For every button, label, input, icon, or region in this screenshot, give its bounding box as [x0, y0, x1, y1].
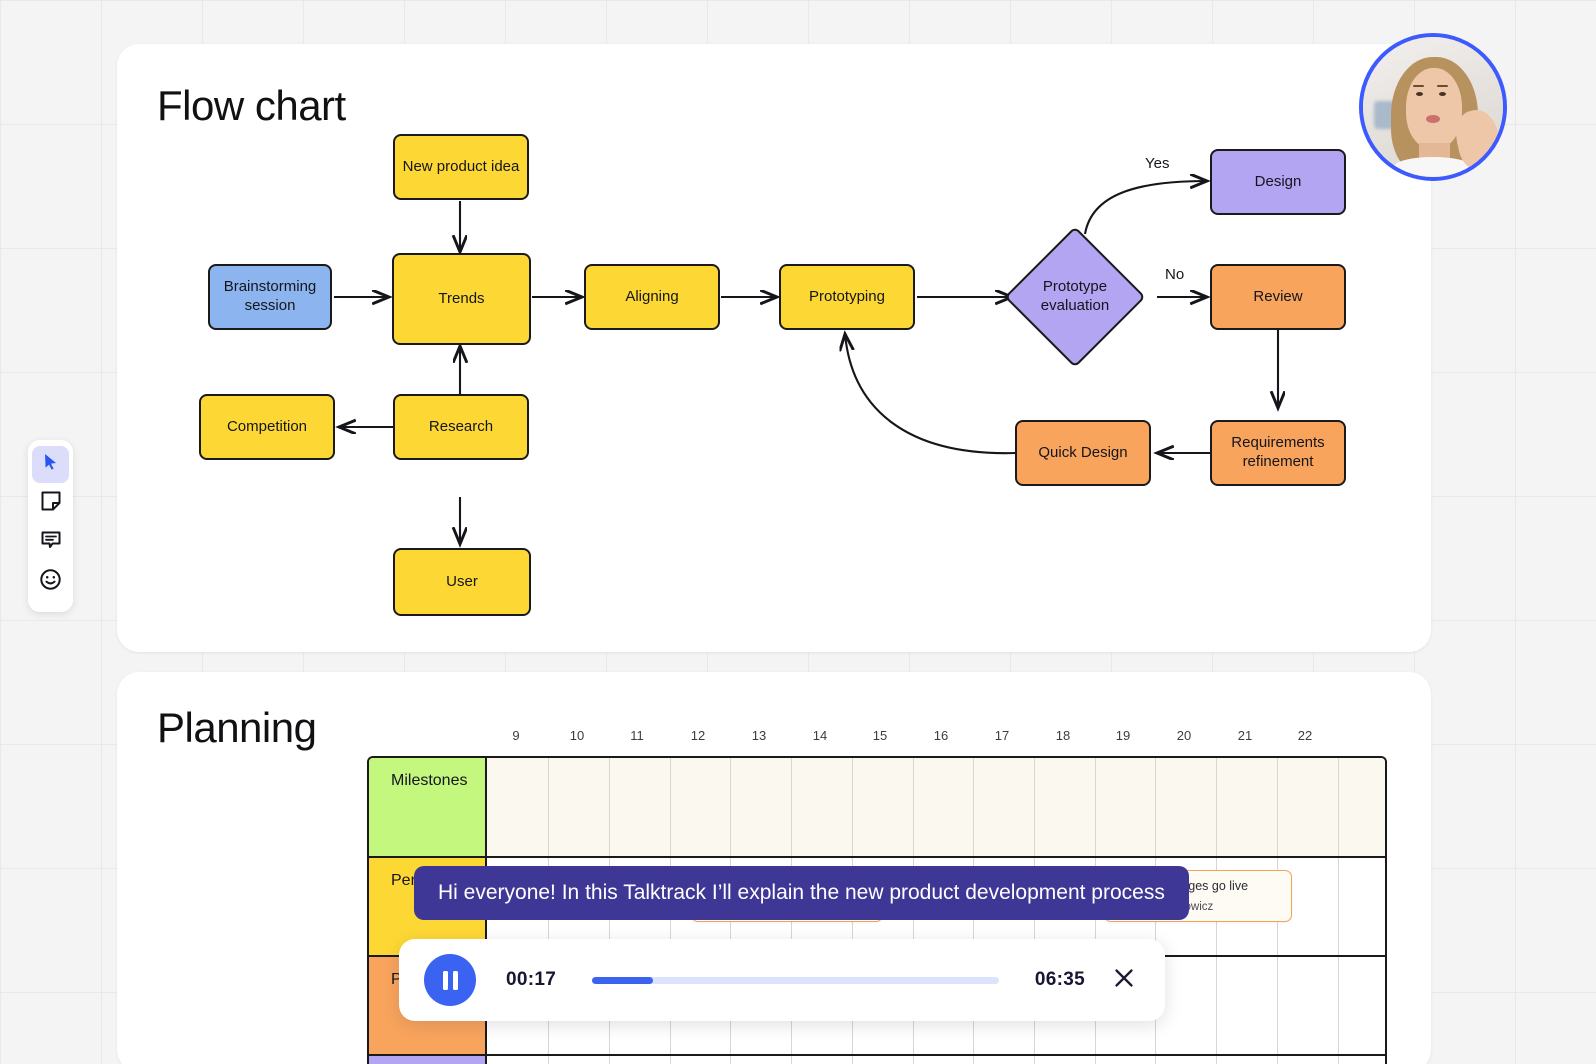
edge-label-no: No: [1165, 266, 1185, 283]
timeline-tick: 10: [569, 728, 585, 743]
flow-node-label: Prototyping: [809, 287, 885, 305]
progress-bar[interactable]: [592, 976, 999, 984]
flow-node-review[interactable]: Review: [1210, 264, 1346, 330]
flow-node-label: Research: [428, 417, 494, 435]
gantt-row-fourth[interactable]: [369, 1056, 1385, 1064]
flow-node-label: Requirements refinement: [1231, 434, 1325, 470]
flow-node-trends[interactable]: Trends: [392, 253, 531, 345]
flow-node-label: Design: [1254, 172, 1302, 190]
flow-node-label: Review: [1253, 287, 1303, 305]
timeline-tick: 21: [1237, 728, 1253, 743]
gantt-row-label-milestones: Milestones: [369, 758, 487, 856]
flow-node-new-product-idea[interactable]: New product idea: [393, 134, 529, 200]
flow-node-design[interactable]: Design: [1210, 149, 1346, 215]
flow-node-label: Competition: [226, 417, 308, 435]
timeline-tick: 17: [994, 728, 1010, 743]
progress-fill: [592, 976, 654, 984]
timeline-tick: 12: [690, 728, 706, 743]
timeline-tick: 19: [1115, 728, 1131, 743]
webcam-face: [1406, 67, 1463, 149]
gantt-row-milestones[interactable]: Milestones: [369, 758, 1385, 858]
flow-node-label: Aligning: [625, 287, 679, 305]
flow-node-label: User: [446, 572, 478, 590]
webcam-eyebrow: [1413, 84, 1425, 88]
timeline-tick: 13: [751, 728, 767, 743]
flow-node-aligning[interactable]: Aligning: [584, 264, 720, 330]
emoji-icon: [39, 568, 62, 596]
flow-node-research[interactable]: Research: [393, 394, 529, 460]
canvas: Flow chart New product idea Brainstormin…: [0, 0, 1596, 1064]
gantt-row-label-fourth: [369, 1056, 487, 1064]
flow-node-label: New product idea: [402, 157, 520, 175]
page-title-planning: Planning: [157, 704, 317, 751]
gantt-timeline-header: 9 10 11 12 13 14 15 16 17 18 19 20 21 22: [485, 728, 1387, 756]
webcam-eye: [1438, 91, 1446, 96]
presenter-webcam[interactable]: [1359, 33, 1507, 181]
flow-node-label: Brainstorming session: [223, 278, 317, 314]
cursor-icon: [41, 452, 61, 477]
timeline-tick: 14: [812, 728, 828, 743]
flow-node-brainstorming-session[interactable]: Brainstorming session: [208, 264, 332, 330]
flow-node-requirements-refinement[interactable]: Requirements refinement: [1210, 420, 1346, 486]
tool-comment[interactable]: [32, 524, 69, 561]
timeline-tick: 20: [1176, 728, 1192, 743]
timeline-tick: 18: [1055, 728, 1071, 743]
play-pause-button[interactable]: [424, 954, 476, 1006]
timeline-tick: 16: [933, 728, 949, 743]
webcam-eye: [1416, 91, 1424, 96]
current-time: 00:17: [506, 969, 557, 990]
timeline-tick: 15: [872, 728, 888, 743]
left-toolbar: [28, 440, 73, 612]
tool-cursor[interactable]: [32, 446, 69, 483]
timeline-tick: 11: [630, 728, 644, 743]
total-time: 06:35: [1034, 969, 1085, 990]
gantt-lane: [487, 1056, 1385, 1064]
close-icon: [1112, 966, 1136, 995]
subtitle-text: Hi everyone! In this Talktrack I’ll expl…: [438, 881, 1165, 904]
flow-node-quick-design[interactable]: Quick Design: [1015, 420, 1151, 486]
webcam-eyebrow: [1437, 84, 1449, 88]
sticky-note-icon: [40, 490, 62, 517]
flow-node-label: Prototype evaluation: [1040, 278, 1110, 314]
webcam-shirt: [1393, 157, 1473, 177]
subtitle-banner: Hi everyone! In this Talktrack I’ll expl…: [414, 866, 1189, 920]
gantt-row-label-text: Milestones: [391, 772, 468, 789]
gantt-lane: [487, 758, 1385, 856]
close-button[interactable]: [1111, 967, 1137, 993]
flow-connectors: [334, 44, 1431, 652]
flow-node-competition[interactable]: Competition: [199, 394, 335, 460]
tool-sticky-note[interactable]: [32, 485, 69, 522]
flow-chart-card: Flow chart New product idea Brainstormin…: [117, 44, 1431, 652]
flow-node-label: Quick Design: [1038, 443, 1128, 461]
timeline-tick: 22: [1297, 728, 1313, 743]
flow-node-label: Trends: [438, 289, 485, 307]
pause-icon: [442, 970, 458, 990]
flow-node-user[interactable]: User: [393, 548, 531, 616]
tool-emoji[interactable]: [32, 563, 69, 600]
comment-icon: [40, 529, 62, 556]
edge-label-yes: Yes: [1145, 155, 1170, 172]
flow-node-prototype-evaluation-label: Prototype evaluation: [1013, 272, 1137, 322]
talktrack-player: 00:17 06:35: [399, 939, 1165, 1021]
flow-node-prototyping[interactable]: Prototyping: [779, 264, 915, 330]
timeline-tick: 9: [512, 728, 520, 743]
